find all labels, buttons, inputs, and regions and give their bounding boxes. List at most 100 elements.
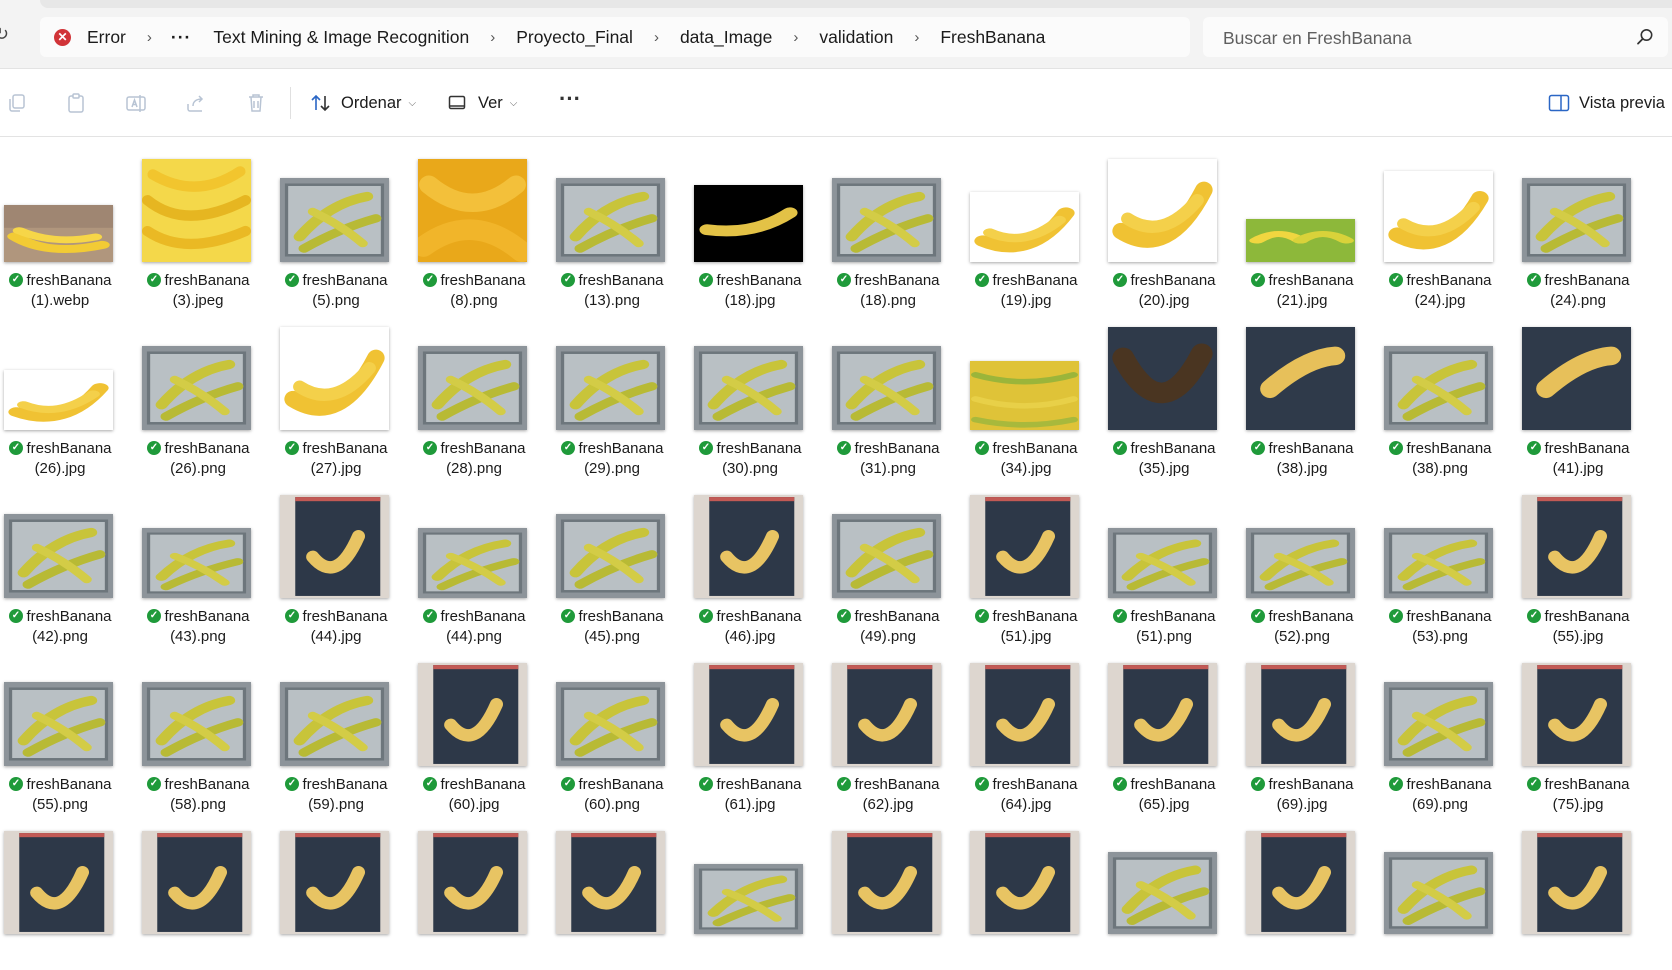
thumbnail-area — [0, 642, 129, 766]
file-tile[interactable]: ✓ freshBanana (43).png — [129, 474, 267, 645]
file-tile[interactable]: ✓ freshBanana (26).png — [129, 306, 267, 477]
search-icon[interactable] — [1636, 28, 1654, 46]
file-tile[interactable]: ✓ freshBanana (34).jpg — [957, 306, 1095, 477]
file-tile[interactable]: ✓ freshBanana (31).png — [819, 306, 957, 477]
file-tile[interactable] — [129, 810, 267, 970]
file-name: freshBanana (62).jpg — [819, 775, 957, 815]
file-name: freshBanana (60).jpg — [405, 775, 543, 815]
file-tile[interactable]: ✓ freshBanana (53).png — [1371, 474, 1509, 645]
paste-icon[interactable] — [64, 91, 88, 115]
file-tile[interactable]: ✓ freshBanana (60).jpg — [405, 642, 543, 813]
file-tile[interactable]: ✓ freshBanana (18).jpg — [681, 138, 819, 309]
breadcrumb-overflow-button[interactable]: ··· — [169, 27, 193, 48]
file-thumbnail — [1522, 831, 1631, 934]
file-name-line1: freshBanana — [992, 776, 1078, 793]
thumbnail-area — [1509, 810, 1647, 934]
breadcrumb[interactable]: ✕ Error › ··· Text Mining & Image Recogn… — [40, 17, 1190, 57]
breadcrumb-text-mining[interactable]: Text Mining & Image Recognition — [209, 27, 473, 48]
file-tile[interactable]: ✓ freshBanana (27).jpg — [267, 306, 405, 477]
file-tile[interactable]: ✓ freshBanana (46).jpg — [681, 474, 819, 645]
file-tile[interactable]: ✓ freshBanana (24).jpg — [1371, 138, 1509, 309]
refresh-icon[interactable]: ↻ — [0, 24, 14, 44]
file-tile[interactable]: ✓ freshBanana (8).png — [405, 138, 543, 309]
file-tile[interactable]: ✓ freshBanana (38).jpg — [1233, 306, 1371, 477]
file-tile[interactable]: ✓ freshBanana (75).jpg — [1509, 642, 1647, 813]
copy-icon[interactable] — [5, 91, 29, 115]
file-tile[interactable]: ✓ freshBanana (1).webp — [0, 138, 129, 309]
file-tile[interactable]: ✓ freshBanana (18).png — [819, 138, 957, 309]
breadcrumb-data-image[interactable]: data_Image — [676, 27, 776, 48]
file-name: freshBanana (51).png — [1095, 607, 1233, 647]
file-tile[interactable]: ✓ freshBanana (30).png — [681, 306, 819, 477]
file-name: freshBanana (69).jpg — [1233, 775, 1371, 815]
chevron-right-icon: › — [793, 28, 799, 46]
file-tile[interactable] — [681, 810, 819, 970]
command-bar: Ordenar ⌵ Ver ⌵ ··· Vista previa — [0, 69, 1672, 137]
file-tile[interactable]: ✓ freshBanana (61).jpg — [681, 642, 819, 813]
file-tile[interactable]: ✓ freshBanana (28).png — [405, 306, 543, 477]
file-tile[interactable] — [1233, 810, 1371, 970]
sort-button[interactable]: Ordenar ⌵ — [310, 87, 416, 119]
breadcrumb-proyecto-final[interactable]: Proyecto_Final — [512, 27, 637, 48]
file-tile[interactable]: ✓ freshBanana (69).jpg — [1233, 642, 1371, 813]
file-name: freshBanana (3).jpeg — [129, 271, 267, 311]
file-name-line1: freshBanana — [302, 272, 388, 289]
file-tile[interactable]: ✓ freshBanana (19).jpg — [957, 138, 1095, 309]
file-name: freshBanana (43).png — [129, 607, 267, 647]
file-tile[interactable]: ✓ freshBanana (51).png — [1095, 474, 1233, 645]
file-tile[interactable] — [1371, 810, 1509, 970]
file-tile[interactable]: ✓ freshBanana (49).png — [819, 474, 957, 645]
search-box[interactable] — [1203, 17, 1668, 59]
preview-pane-button[interactable]: Vista previa — [1548, 89, 1665, 117]
rename-icon[interactable] — [124, 91, 148, 115]
file-name-line1: freshBanana — [164, 776, 250, 793]
file-tile[interactable]: ✓ freshBanana (64).jpg — [957, 642, 1095, 813]
file-tile[interactable]: ✓ freshBanana (26).jpg — [0, 306, 129, 477]
file-tile[interactable] — [405, 810, 543, 970]
file-tile[interactable] — [543, 810, 681, 970]
file-tile[interactable]: ✓ freshBanana (55).png — [0, 642, 129, 813]
file-tile[interactable] — [819, 810, 957, 970]
file-tile[interactable]: ✓ freshBanana (59).png — [267, 642, 405, 813]
file-tile[interactable]: ✓ freshBanana (42).png — [0, 474, 129, 645]
file-tile[interactable]: ✓ freshBanana (5).png — [267, 138, 405, 309]
file-tile[interactable]: ✓ freshBanana (44).jpg — [267, 474, 405, 645]
thumbnail-area — [129, 306, 267, 430]
file-tile[interactable]: ✓ freshBanana (45).png — [543, 474, 681, 645]
file-tile[interactable]: ✓ freshBanana (13).png — [543, 138, 681, 309]
file-tile[interactable]: ✓ freshBanana (35).jpg — [1095, 306, 1233, 477]
file-tile[interactable]: ✓ freshBanana (62).jpg — [819, 642, 957, 813]
file-tile[interactable]: ✓ freshBanana (41).jpg — [1509, 306, 1647, 477]
file-tile[interactable]: ✓ freshBanana (44).png — [405, 474, 543, 645]
file-tile[interactable]: ✓ freshBanana (21).jpg — [1233, 138, 1371, 309]
more-options-button[interactable]: ··· — [555, 88, 585, 115]
thumbnail-area — [267, 306, 405, 430]
file-tile[interactable]: ✓ freshBanana (24).png — [1509, 138, 1647, 309]
search-input[interactable] — [1221, 17, 1625, 59]
file-tile[interactable]: ✓ freshBanana (38).png — [1371, 306, 1509, 477]
breadcrumb-validation[interactable]: validation — [815, 27, 897, 48]
file-tile[interactable]: ✓ freshBanana (29).png — [543, 306, 681, 477]
file-tile[interactable]: ✓ freshBanana (52).png — [1233, 474, 1371, 645]
thumbnail-area — [1233, 306, 1371, 430]
breadcrumb-error[interactable]: Error — [83, 27, 130, 48]
file-tile[interactable]: ✓ freshBanana (3).jpeg — [129, 138, 267, 309]
file-tile[interactable]: ✓ freshBanana (60).png — [543, 642, 681, 813]
toolbar-divider — [290, 87, 291, 119]
file-tile[interactable] — [957, 810, 1095, 970]
file-tile[interactable]: ✓ freshBanana (58).png — [129, 642, 267, 813]
file-tile[interactable]: ✓ freshBanana (69).png — [1371, 642, 1509, 813]
file-tile[interactable]: ✓ freshBanana (51).jpg — [957, 474, 1095, 645]
file-tile[interactable]: ✓ freshBanana (55).jpg — [1509, 474, 1647, 645]
file-tile[interactable] — [1509, 810, 1647, 970]
thumbnail-area — [1095, 474, 1233, 598]
file-tile[interactable] — [0, 810, 129, 970]
share-icon[interactable] — [184, 91, 208, 115]
file-tile[interactable] — [1095, 810, 1233, 970]
view-button[interactable]: Ver ⌵ — [447, 87, 517, 119]
delete-icon[interactable] — [244, 91, 268, 115]
file-tile[interactable]: ✓ freshBanana (65).jpg — [1095, 642, 1233, 813]
breadcrumb-freshbanana[interactable]: FreshBanana — [936, 27, 1049, 48]
file-tile[interactable] — [267, 810, 405, 970]
file-tile[interactable]: ✓ freshBanana (20).jpg — [1095, 138, 1233, 309]
